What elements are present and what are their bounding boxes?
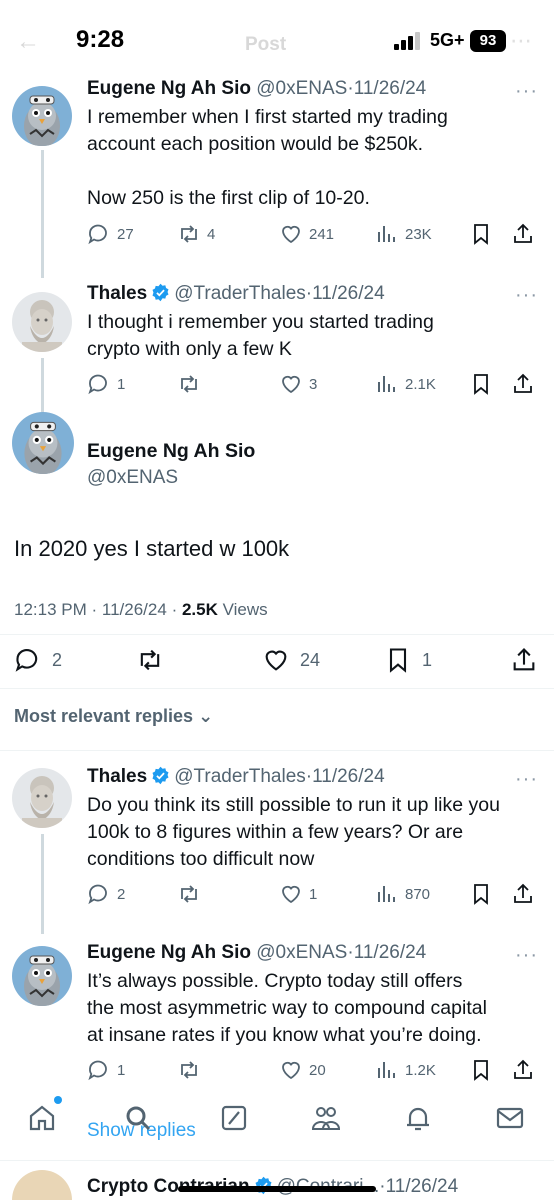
views-button[interactable]: 1.2K [375,1058,436,1082]
author-handle[interactable]: @0xENAS [256,942,347,963]
reply-button[interactable]: 1 [87,1058,125,1082]
post-date[interactable]: 11/26/24 [354,942,427,963]
nav-notifications[interactable] [402,1102,434,1134]
post-text: It’s always possible. Crypto today still… [87,968,542,1049]
search-icon [126,1106,151,1131]
text-line: It’s always possible. Crypto today still… [87,970,463,992]
nav-communities[interactable] [310,1102,342,1134]
author-name[interactable]: Eugene Ng Ah Sio [87,942,251,963]
grok-icon [221,1105,247,1131]
notifications-icon [407,1107,429,1131]
share-icon [514,1059,532,1079]
share-button[interactable] [511,1058,535,1082]
like-button[interactable]: 20 [279,1058,326,1082]
bookmark-button[interactable] [469,1058,493,1082]
post-header: Eugene Ng Ah Sio @0xENAS·11/26/24 [87,942,426,964]
view-count: 1.2K [405,1061,436,1079]
nav-search[interactable] [122,1102,154,1134]
like-count: 20 [309,1061,326,1079]
more-options-icon[interactable]: ··· [515,944,538,967]
nav-messages[interactable] [494,1102,526,1134]
divider [0,1160,554,1161]
nav-grok[interactable] [218,1102,250,1134]
communities-icon [311,1107,341,1130]
messages-icon [496,1107,524,1129]
home-indicator [178,1186,376,1192]
reply-post[interactable]: Eugene Ng Ah Sio @0xENAS·11/26/24 ··· It… [0,0,554,1100]
reply-count: 1 [117,1061,126,1079]
bottom-nav [0,1092,554,1146]
bookmark-icon [474,1060,488,1081]
reply-icon [88,1060,107,1081]
avatar[interactable] [12,946,72,1006]
like-icon [282,1061,300,1080]
post-date[interactable]: 11/26/24 [386,1176,459,1197]
avatar[interactable] [12,1170,72,1200]
text-line: at insane rates if you know what you’re … [87,1024,482,1046]
post-actions: 1 20 1.2K [87,1058,537,1088]
repost-button[interactable] [177,1058,201,1082]
nav-home[interactable] [26,1102,58,1134]
new-post-dot [54,1096,62,1104]
views-icon [378,1062,395,1078]
pigeon-avatar-icon [12,946,72,1006]
text-line: the most asymmetric way to compound capi… [87,997,487,1019]
repost-icon [181,1061,197,1079]
home-icon [29,1105,55,1131]
